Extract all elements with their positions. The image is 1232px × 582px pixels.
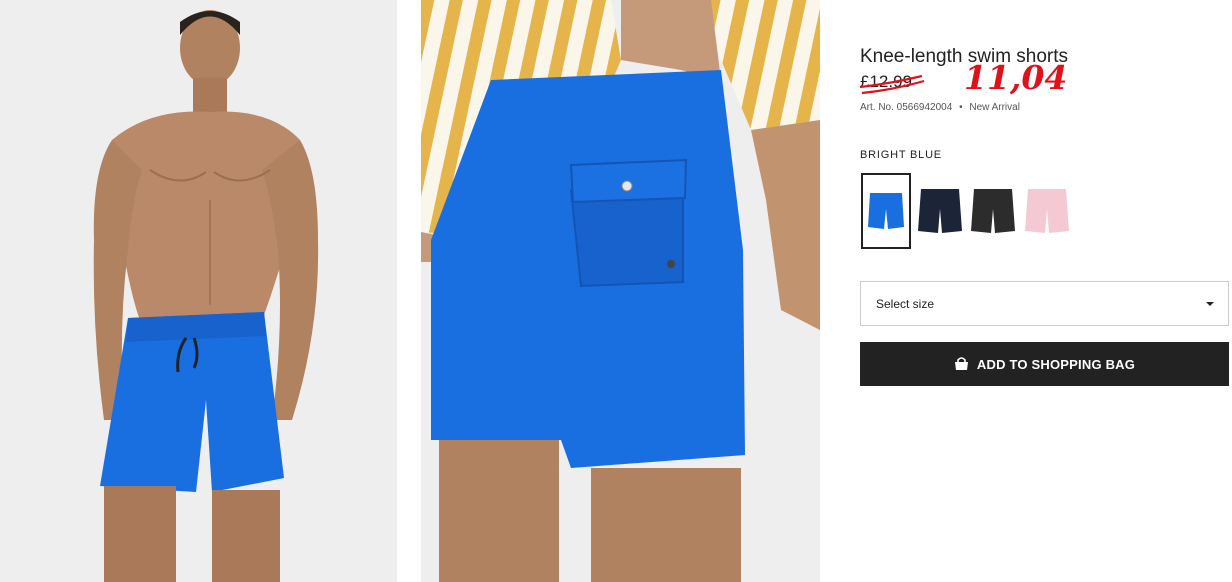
add-to-bag-button[interactable]: ADD TO SHOPPING BAG — [860, 342, 1229, 386]
shorts-thumbnail-icon — [868, 193, 904, 229]
model-front-illustration — [0, 0, 397, 582]
size-select-label: Select size — [876, 297, 935, 311]
new-price: 11,04 — [964, 58, 1068, 97]
caret-down-icon — [1206, 302, 1214, 306]
add-to-bag-label: ADD TO SHOPPING BAG — [976, 356, 1136, 372]
product-info-panel: Knee-length swim shorts £12.99 11,04 Art… — [859, 0, 1232, 582]
model-detail-illustration — [421, 0, 820, 582]
swatch-dark-grey[interactable] — [968, 173, 1018, 249]
article-number: Art. No. 0566942004 — [860, 102, 953, 113]
product-image-detail[interactable] — [421, 0, 820, 582]
swatch-navy[interactable] — [915, 173, 965, 249]
photo-gap — [397, 0, 421, 582]
shorts-thumbnail-icon — [971, 189, 1015, 233]
color-name: BRIGHT BLUE — [860, 149, 942, 161]
article-meta: Art. No. 0566942004 • New Arrival — [860, 102, 1020, 113]
meta-separator: • — [959, 102, 963, 113]
strikethrough-mark — [859, 74, 925, 95]
color-swatches — [860, 173, 1090, 251]
shorts-thumbnail-icon — [1025, 189, 1069, 233]
old-price-block: £12.99 — [859, 72, 930, 96]
shorts-thumbnail-icon — [918, 189, 962, 233]
shopping-bag-icon — [954, 357, 968, 370]
swatch-bright-blue[interactable] — [861, 173, 911, 249]
swatch-light-pink[interactable] — [1022, 173, 1072, 249]
size-select[interactable]: Select size — [860, 281, 1229, 326]
new-arrival-badge: New Arrival — [969, 102, 1020, 113]
product-image-front[interactable] — [0, 0, 397, 582]
